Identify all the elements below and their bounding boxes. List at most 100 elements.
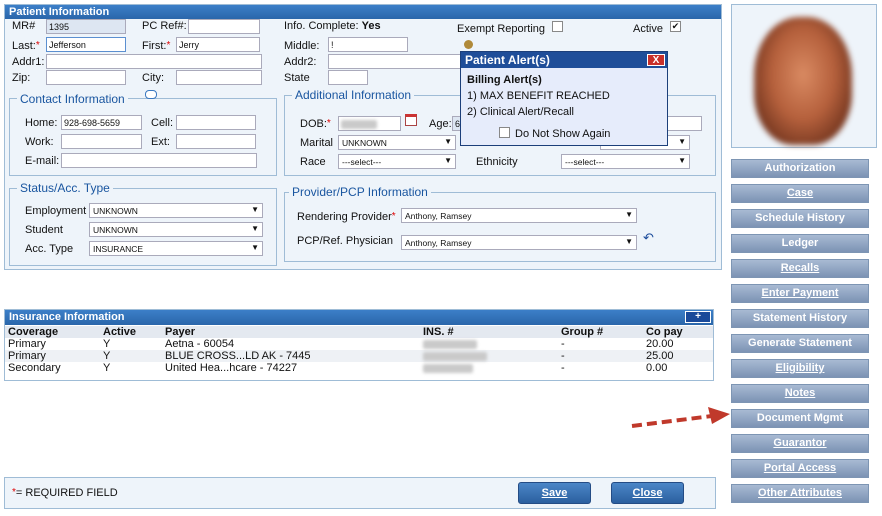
undo-arrow-icon[interactable]: ↶ xyxy=(643,230,654,246)
home-phone-label: Home: xyxy=(25,117,58,129)
row-active: Y xyxy=(103,338,111,350)
provider-pcp-title: Provider/PCP Information xyxy=(289,185,431,199)
pcref-label: PC Ref#: xyxy=(142,20,187,32)
age-label: Age: xyxy=(429,118,452,130)
col-payer: Payer xyxy=(165,326,195,338)
patient-alert-title: Patient Alert(s) X xyxy=(461,52,667,68)
rendering-provider-select[interactable]: Anthony, Ramsey ▼ xyxy=(401,208,637,223)
calendar-icon[interactable] xyxy=(405,114,417,126)
dob-label: DOB:* xyxy=(300,118,331,130)
addr1-input[interactable] xyxy=(46,54,262,69)
sidebar-document-mgmt-button[interactable]: Document Mgmt xyxy=(731,409,869,428)
row-active: Y xyxy=(103,362,111,374)
row-coverage: Primary xyxy=(8,350,46,362)
billing-alert-heading: Billing Alert(s) xyxy=(467,74,542,86)
patient-information-title: Patient Information xyxy=(5,5,721,19)
do-not-show-checkbox[interactable] xyxy=(499,127,510,138)
additional-information-title: Additional Information xyxy=(292,88,415,102)
middle-name-input[interactable]: ! xyxy=(328,37,408,52)
employment-select[interactable]: UNKNOWN ▼ xyxy=(89,203,263,218)
marital-select[interactable]: UNKNOWN ▼ xyxy=(338,135,456,150)
addr1-label: Addr1: xyxy=(12,56,45,68)
do-not-show-label: Do Not Show Again xyxy=(515,128,611,140)
sidebar-other-attributes-button[interactable]: Other Attributes xyxy=(731,484,869,503)
marital-label: Marital xyxy=(300,137,334,149)
row-ins-number xyxy=(420,338,558,350)
provider-pcp-section xyxy=(284,192,716,262)
row-payer: BLUE CROSS...LD AK - 7445 xyxy=(165,350,311,362)
acc-type-label: Acc. Type xyxy=(25,243,74,255)
addr2-label: Addr2: xyxy=(284,56,317,68)
sidebar-recalls-button[interactable]: Recalls xyxy=(731,259,869,278)
table-row[interactable]: Primary Y BLUE CROSS...LD AK - 7445 - 25… xyxy=(5,350,713,362)
student-select[interactable]: UNKNOWN ▼ xyxy=(89,222,263,237)
ethnicity-label: Ethnicity xyxy=(476,156,518,168)
employment-label: Employment xyxy=(25,205,87,217)
sidebar-authorization-button[interactable]: Authorization xyxy=(731,159,869,178)
table-row[interactable]: Secondary Y United Hea...hcare - 74227 -… xyxy=(5,362,713,374)
first-name-label: First:* xyxy=(142,40,171,52)
sidebar-notes-button[interactable]: Notes xyxy=(731,384,869,403)
rendering-provider-label: Rendering Provider* xyxy=(297,211,396,223)
sidebar-ledger-button[interactable]: Ledger xyxy=(731,234,869,253)
pcp-physician-label: PCP/Ref. Physician xyxy=(297,235,393,247)
alert-indicator-icon[interactable] xyxy=(464,40,473,49)
addr2-input[interactable] xyxy=(328,54,462,69)
additional-extra-input[interactable] xyxy=(665,116,702,131)
mr-field: 1395 xyxy=(46,19,126,34)
close-button[interactable]: Close xyxy=(611,482,684,504)
add-insurance-button[interactable]: + xyxy=(685,311,711,323)
patient-photo[interactable] xyxy=(754,17,852,145)
sidebar-eligibility-button[interactable]: Eligibility xyxy=(731,359,869,378)
annotation-arrow-icon xyxy=(631,407,730,428)
home-phone-input[interactable]: 928-698-5659 xyxy=(61,115,142,130)
patient-alert-popup: Patient Alert(s) X Billing Alert(s) 1) M… xyxy=(460,51,668,146)
alert-close-button[interactable]: X xyxy=(647,54,665,66)
acc-type-select[interactable]: INSURANCE ▼ xyxy=(89,241,263,256)
sidebar-generate-statement-button[interactable]: Generate Statement xyxy=(731,334,869,353)
city-input[interactable] xyxy=(176,70,262,85)
sidebar-case-button[interactable]: Case xyxy=(731,184,869,203)
zip-label: Zip: xyxy=(12,72,31,84)
col-active: Active xyxy=(103,326,137,338)
sidebar-enter-payment-button[interactable]: Enter Payment xyxy=(731,284,869,303)
sidebar-guarantor-button[interactable]: Guarantor xyxy=(731,434,869,453)
alert-line-2: 2) Clinical Alert/Recall xyxy=(467,106,574,118)
active-label: Active xyxy=(633,23,663,35)
sidebar-portal-access-button[interactable]: Portal Access xyxy=(731,459,869,478)
active-checkbox[interactable]: ✔ xyxy=(670,21,681,32)
sidebar-schedule-history-button[interactable]: Schedule History xyxy=(731,209,869,228)
ethnicity-select[interactable]: ---select--- ▼ xyxy=(561,154,690,169)
table-row[interactable]: Primary Y Aetna - 60054 - 20.00 xyxy=(5,338,713,350)
row-ins-number xyxy=(420,362,558,374)
exempt-reporting-checkbox[interactable] xyxy=(552,21,563,32)
ext-input[interactable] xyxy=(176,134,256,149)
student-label: Student xyxy=(25,224,63,236)
race-select[interactable]: ---select--- ▼ xyxy=(338,154,456,169)
dob-input[interactable] xyxy=(338,116,401,131)
contact-information-title: Contact Information xyxy=(17,92,128,106)
sidebar-statement-history-button[interactable]: Statement History xyxy=(731,309,869,328)
row-copay: 0.00 xyxy=(646,362,668,374)
pcp-physician-select[interactable]: Anthony, Ramsey ▼ xyxy=(401,235,637,250)
row-group: - xyxy=(561,362,565,374)
cell-phone-label: Cell: xyxy=(151,117,174,129)
row-payer: United Hea...hcare - 74227 xyxy=(165,362,298,374)
state-label: State xyxy=(284,72,310,84)
zip-input[interactable] xyxy=(46,70,126,85)
last-name-input[interactable]: Jefferson xyxy=(46,37,126,52)
pcref-input[interactable] xyxy=(188,19,260,34)
work-phone-input[interactable] xyxy=(61,134,142,149)
email-input[interactable] xyxy=(61,153,257,168)
cell-phone-input[interactable] xyxy=(176,115,256,130)
first-name-input[interactable]: Jerry xyxy=(176,37,260,52)
comment-icon[interactable] xyxy=(145,90,157,99)
email-label: E-mail: xyxy=(25,155,60,167)
required-field-note: *= REQUIRED FIELD xyxy=(12,487,118,499)
state-input[interactable] xyxy=(328,70,368,85)
race-label: Race xyxy=(300,156,326,168)
work-phone-label: Work: xyxy=(25,136,54,148)
save-button[interactable]: Save xyxy=(518,482,591,504)
exempt-reporting-label: Exempt Reporting xyxy=(457,23,546,35)
col-group-number: Group # xyxy=(561,326,604,338)
